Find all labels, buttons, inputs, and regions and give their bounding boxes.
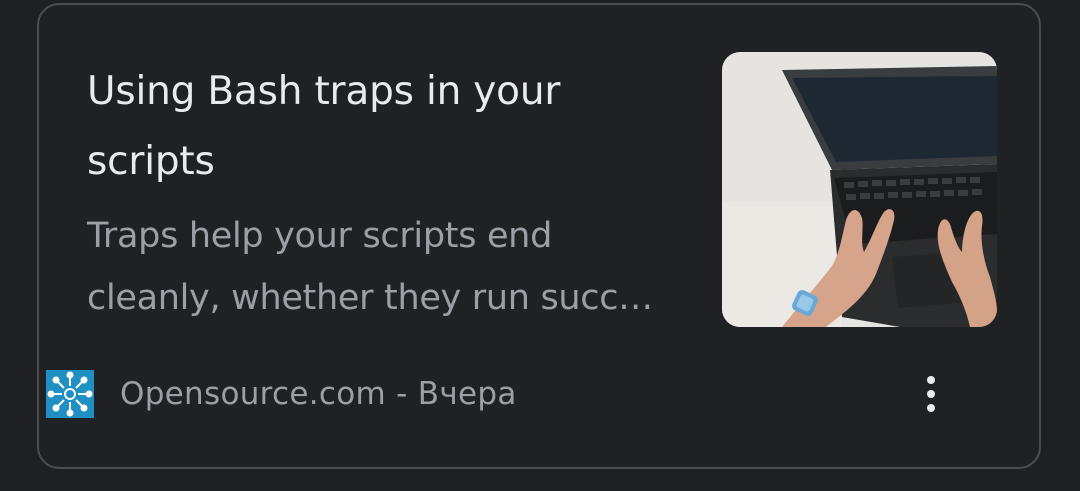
article-source: Opensource.com - Вчера	[120, 376, 517, 412]
more-dot	[927, 390, 935, 398]
more-dot	[927, 404, 935, 412]
more-dot	[927, 376, 935, 384]
article-snippet: Traps help your scripts end cleanly, whe…	[87, 216, 653, 318]
opensource-logo-icon	[46, 370, 94, 418]
laptop-typing-image	[722, 52, 997, 327]
article-footer: Opensource.com - Вчера	[46, 369, 517, 419]
more-vert-icon[interactable]	[909, 366, 953, 422]
article-title[interactable]: Using Bash traps in your scripts	[87, 57, 687, 197]
article-thumbnail[interactable]	[722, 52, 997, 327]
